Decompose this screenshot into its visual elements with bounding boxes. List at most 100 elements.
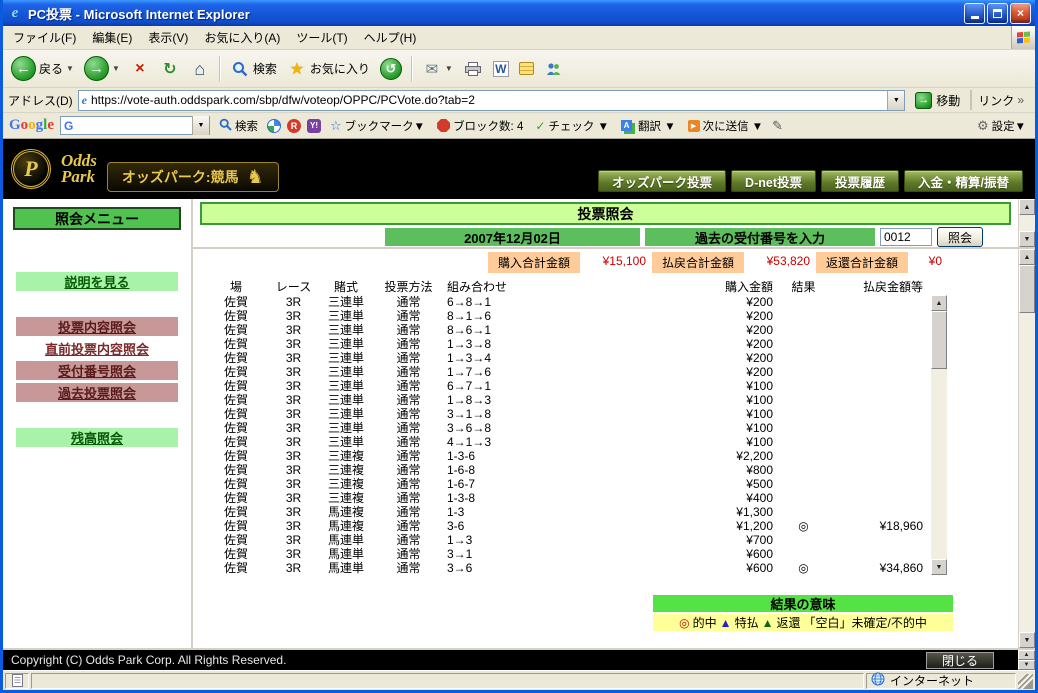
scrollbar-track[interactable] (1019, 313, 1035, 632)
close-page-button[interactable]: 閉じる (926, 651, 994, 669)
table-cell: 通常 (396, 463, 421, 477)
table-cell: 3R (285, 519, 302, 533)
table-cell: 通常 (396, 337, 421, 351)
table-cell: ¥200 (746, 323, 773, 337)
table-cell: 佐賀 (223, 477, 248, 491)
back-dropdown-icon[interactable]: ▼ (66, 64, 74, 73)
back-button[interactable]: ← 戻る ▼ (7, 53, 78, 85)
links-bar[interactable]: リンク » (970, 90, 1030, 110)
table-cell (826, 477, 931, 491)
scroll-up-button[interactable]: ▲ (931, 295, 947, 311)
sidebar-item-vote-content[interactable]: 投票内容照会 (16, 317, 178, 336)
menu-item[interactable]: ヘルプ(H) (356, 25, 425, 50)
scroll-down-button[interactable]: ▼ (1018, 660, 1035, 670)
forward-dropdown-icon[interactable]: ▼ (112, 64, 120, 73)
translate-button[interactable]: A 翻訳 ▼ (618, 116, 679, 136)
menubar: ファイル(F) 編集(E) 表示(V) お気に入り(A) ツール(T) ヘルプ(H) (3, 26, 1035, 50)
pagerank-icon[interactable] (267, 118, 282, 133)
menu-item[interactable]: 編集(E) (84, 25, 140, 50)
r-badge-icon[interactable]: R (287, 118, 302, 133)
table-scrollbar[interactable]: ▲ ▼ (931, 295, 947, 575)
table-row: 佐賀 3R 三連単 通常 1→7→6 ¥200 (201, 365, 931, 379)
mail-button[interactable]: ✉ ▼ (418, 53, 457, 85)
scroll-down-button[interactable]: ▼ (1019, 632, 1035, 648)
title-frame-scrollbar[interactable]: ▲ ▼ (1018, 199, 1035, 247)
sidebar-item-past-votes[interactable]: 過去投票照会 (16, 383, 178, 402)
table-cell: 佐賀 (223, 295, 248, 309)
scroll-up-button[interactable]: ▲ (1019, 249, 1035, 265)
minimize-button[interactable] (964, 2, 985, 24)
send-to-button[interactable]: ▶ 次に送信 ▼ (685, 116, 767, 136)
address-dropdown-button[interactable]: ▼ (887, 90, 905, 110)
favorites-button[interactable]: ★ お気に入り (283, 53, 374, 85)
translate-label: 翻訳 ▼ (638, 120, 676, 133)
table-cell: 佐賀 (223, 519, 248, 533)
status-message (31, 672, 864, 689)
table-cell: 三連単 (327, 421, 364, 435)
bottom-frame-scrollbar[interactable]: ▲ ▼ (1018, 650, 1035, 670)
y-badge-icon[interactable]: Y! (307, 118, 322, 133)
google-search-button[interactable]: 検索 (216, 116, 261, 136)
google-search-dropdown[interactable]: ▼ (192, 116, 210, 135)
table-cell: 6→7→1 (447, 379, 492, 393)
menu-item[interactable]: お気に入り(A) (196, 25, 288, 50)
go-button[interactable]: → 移動 (910, 91, 965, 110)
scroll-thumb[interactable] (931, 311, 947, 369)
google-settings-button[interactable]: ⚙ 設定▼ (974, 116, 1029, 136)
home-icon: ⌂ (194, 58, 206, 79)
sidebar-item-receipt-number[interactable]: 受付番号照会 (16, 361, 178, 380)
oddspark-logo[interactable]: Odds Park (61, 152, 97, 185)
sidebar-item-balance[interactable]: 残高照会 (16, 428, 178, 447)
main-frame-scrollbar[interactable]: ▲ ▼ (1018, 249, 1035, 648)
receipt-number-input[interactable] (879, 228, 932, 246)
scroll-down-button[interactable]: ▼ (931, 559, 947, 575)
spellcheck-button[interactable]: ✓ チェック ▼ (532, 116, 612, 136)
refresh-button[interactable]: ↻ (156, 53, 184, 85)
site-nav-button[interactable]: D-net投票 (731, 170, 816, 192)
menu-item[interactable]: ファイル(F) (5, 25, 84, 50)
table-cell: 3R (285, 477, 302, 491)
search-toolbar-button[interactable]: 検索 (226, 53, 281, 85)
inquiry-button[interactable]: 照会 (936, 227, 983, 247)
resize-grip[interactable] (1018, 674, 1033, 689)
print-button[interactable] (459, 53, 487, 85)
table-cell (826, 533, 931, 547)
sidebar-item-last-vote-content[interactable]: 直前投票内容照会 (7, 339, 187, 358)
mail-dropdown-icon[interactable]: ▼ (445, 64, 453, 73)
edit-word-button[interactable]: W (489, 53, 513, 85)
scroll-up-button[interactable]: ▲ (1019, 199, 1035, 215)
table-row: 佐賀 3R 馬連複 通常 3-6 ¥1,200 ◎ ¥18,960 (201, 519, 931, 533)
bookmark-star-icon: ☆ (330, 117, 342, 133)
history-button[interactable]: ↺ (376, 53, 406, 85)
table-cell (826, 393, 931, 407)
discuss-button[interactable] (515, 53, 538, 85)
forward-button[interactable]: → ▼ (80, 53, 124, 85)
stop-button[interactable]: × (126, 53, 154, 85)
site-nav-button[interactable]: 入金・精算/振替 (904, 170, 1023, 192)
site-nav-button[interactable]: オッズパーク投票 (598, 170, 727, 192)
menu-item[interactable]: ツール(T) (288, 25, 355, 50)
popup-blocker-button[interactable]: ブロック数: 4 (434, 116, 526, 136)
table-cell: ¥200 (746, 365, 773, 379)
oddspark-emblem-icon[interactable]: P (11, 149, 51, 189)
close-window-button[interactable]: × (1010, 2, 1031, 24)
scroll-up-button[interactable]: ▲ (1018, 650, 1035, 660)
menu-item[interactable]: 表示(V) (140, 25, 196, 50)
scroll-thumb[interactable] (1019, 265, 1035, 313)
summary-value: ¥0 (908, 252, 948, 273)
messenger-button[interactable] (540, 53, 568, 85)
sidebar-item-explain[interactable]: 説明を見る (16, 272, 178, 291)
table-cell: ¥34,860 (879, 561, 923, 575)
table-cell: 佐賀 (223, 365, 248, 379)
scroll-down-button[interactable]: ▼ (1019, 231, 1035, 247)
table-cell: 三連単 (327, 323, 364, 337)
bookmarks-button[interactable]: ☆ ブックマーク▼ (327, 116, 428, 136)
site-nav-button[interactable]: 投票履歴 (821, 170, 900, 192)
google-search-input[interactable]: G ▼ (60, 116, 211, 135)
maximize-button[interactable] (987, 2, 1008, 24)
home-button[interactable]: ⌂ (186, 53, 214, 85)
column-header: 賭式 (333, 280, 358, 294)
scrollbar-track[interactable] (931, 369, 947, 559)
address-input[interactable]: e https://vote-auth.oddspark.com/sbp/dfw… (77, 89, 906, 111)
autofill-icon[interactable]: ✎ (772, 118, 783, 134)
